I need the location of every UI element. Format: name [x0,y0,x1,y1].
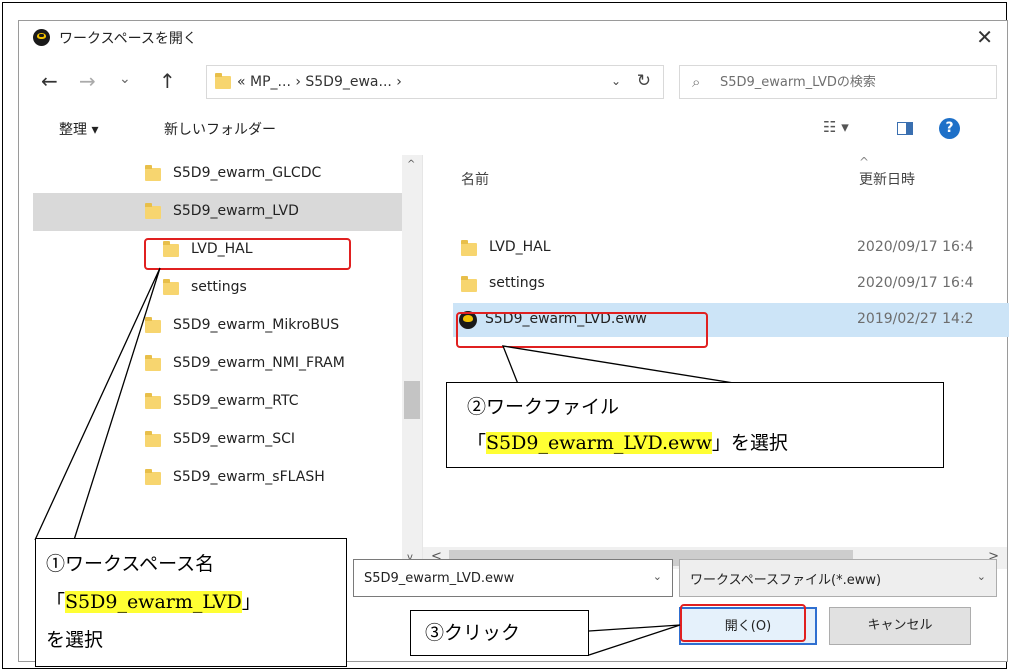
tree-item-label: settings [191,279,247,295]
folder-icon [145,431,161,447]
file-date: 2020/09/17 16:4 [857,275,974,291]
callout-workfile-close-bracket: 」を選択 [711,432,788,454]
tree-item-glcdc[interactable]: S5D9_ewarm_GLCDC [33,155,403,193]
cancel-button[interactable]: キャンセル [829,607,971,645]
folder-icon [145,355,161,371]
forward-arrow-icon[interactable]: → [79,69,96,93]
callout-workspace-close-bracket: 」 [241,591,261,613]
file-name: settings [489,275,545,291]
filename-input[interactable] [362,560,632,596]
callout-click: ③クリック [410,610,589,656]
file-date: 2020/09/17 16:4 [857,239,974,255]
file-name: S5D9_ewarm_LVD.eww [485,311,647,327]
title-bar: ワークスペースを開く ✕ [19,21,1007,53]
tree-item-label: S5D9_ewarm_SCI [173,431,296,447]
open-button[interactable]: 開く(O) [679,607,817,645]
up-arrow-icon[interactable]: ↑ [159,69,176,93]
dialog-title: ワークスペースを開く [59,31,197,47]
preview-pane-icon[interactable] [897,122,913,135]
folder-icon [215,73,231,89]
tree-item-rtc[interactable]: S5D9_ewarm_RTC [33,383,403,421]
address-bar[interactable]: « MP_... › S5D9_ewa... › ⌄ ↻ [206,65,664,99]
close-icon[interactable]: ✕ [976,25,993,49]
tree-item-mikrobus[interactable]: S5D9_ewarm_MikroBUS [33,307,403,345]
address-path[interactable]: « MP_... › S5D9_ewa... › [237,74,402,90]
folder-icon [163,279,179,295]
callout-workspace-line2: 「S5D9_ewarm_LVD」 [46,583,336,621]
back-arrow-icon[interactable]: ← [41,69,58,93]
tree-item-label: LVD_HAL [191,241,253,257]
callout-workfile-open-bracket: 「 [467,432,487,454]
recent-locations-icon[interactable]: ⌄ [119,71,131,87]
command-toolbar: 整理 ▾ 新しいフォルダー ☷ ▾ ? [19,109,1007,149]
folder-icon [145,165,161,181]
sort-caret-icon: ^ [859,155,870,169]
file-list: 名前 ^ 更新日時 LVD_HAL 2020/09/17 16:4 settin… [429,155,1009,567]
file-date: 2019/02/27 14:2 [857,311,974,327]
callout-workfile-line2: 「S5D9_ewarm_LVD.eww」を選択 [467,425,933,461]
folder-icon [145,469,161,485]
navigation-tree: S5D9_ewarm_GLCDC S5D9_ewarm_LVD LVD_HAL … [33,155,423,567]
search-box[interactable]: ⌕ [679,65,997,99]
tree-item-sci[interactable]: S5D9_ewarm_SCI [33,421,403,459]
scroll-thumb[interactable] [404,381,420,419]
callout-workspace-highlight: S5D9_ewarm_LVD [65,591,242,613]
folder-icon [461,240,477,256]
chevron-down-icon[interactable]: ⌄ [611,74,621,88]
organize-button[interactable]: 整理 ▾ [59,119,98,139]
callout-workspace-open-bracket: 「 [46,591,66,613]
workspace-file-icon [459,311,477,329]
new-folder-button[interactable]: 新しいフォルダー [164,119,276,139]
file-row-lvd-hal[interactable]: LVD_HAL 2020/09/17 16:4 [453,231,1009,265]
tree-item-label: S5D9_ewarm_NMI_FRAM [173,355,345,371]
tree-item-nmi-fram[interactable]: S5D9_ewarm_NMI_FRAM [33,345,403,383]
file-row-workspace-eww[interactable]: S5D9_ewarm_LVD.eww 2019/02/27 14:2 [453,303,1009,337]
folder-icon [461,276,477,292]
folder-icon [145,317,161,333]
file-row-settings[interactable]: settings 2020/09/17 16:4 [453,267,1009,301]
callout-workspace-line1: ①ワークスペース名 [46,553,215,575]
column-header-name[interactable]: 名前 [461,169,489,189]
chevron-down-icon[interactable]: ⌄ [977,570,986,583]
tree-item-lvd[interactable]: S5D9_ewarm_LVD [33,193,403,231]
search-icon: ⌕ [692,73,701,91]
tree-scrollbar[interactable]: ^ v [402,155,422,567]
filename-combobox[interactable]: ⌄ [353,559,673,597]
callout-workspace-line3: を選択 [46,629,104,651]
callout-workfile-highlight: S5D9_ewarm_LVD.eww [486,432,712,454]
scroll-up-icon[interactable]: ^ [407,159,415,170]
refresh-icon[interactable]: ↻ [637,71,651,91]
file-type-filter[interactable]: ワークスペースファイル(*.eww) ⌄ [679,559,997,597]
help-icon[interactable]: ? [939,118,960,139]
tree-item-label: S5D9_ewarm_MikroBUS [173,317,340,333]
file-name: LVD_HAL [489,239,551,255]
file-type-value: ワークスペースファイル(*.eww) [690,573,882,588]
tree-item-sflash[interactable]: S5D9_ewarm_sFLASH [33,459,403,497]
iar-app-icon [33,29,50,46]
navigation-bar: ← → ⌄ ↑ « MP_... › S5D9_ewa... › ⌄ ↻ ⌕ [19,59,1007,105]
tree-item-label: S5D9_ewarm_RTC [173,393,299,409]
callout-workfile-line1: ②ワークファイル [467,396,620,418]
tree-item-lvd-hal[interactable]: LVD_HAL [33,231,403,269]
view-options-icon[interactable]: ☷ ▾ [823,118,849,136]
tree-item-settings[interactable]: settings [33,269,403,307]
folder-icon [145,203,161,219]
tree-item-label: S5D9_ewarm_sFLASH [173,469,325,485]
folder-icon [163,241,179,257]
tree-item-label: S5D9_ewarm_GLCDC [173,165,322,181]
search-input[interactable] [718,66,988,98]
column-header-date[interactable]: 更新日時 [859,169,915,189]
folder-icon [145,393,161,409]
callout-workspace-name: ①ワークスペース名 「S5D9_ewarm_LVD」 を選択 [35,538,347,667]
callout-workfile: ②ワークファイル 「S5D9_ewarm_LVD.eww」を選択 [446,382,944,468]
tree-item-label: S5D9_ewarm_LVD [173,203,299,219]
chevron-down-icon[interactable]: ⌄ [653,570,662,583]
